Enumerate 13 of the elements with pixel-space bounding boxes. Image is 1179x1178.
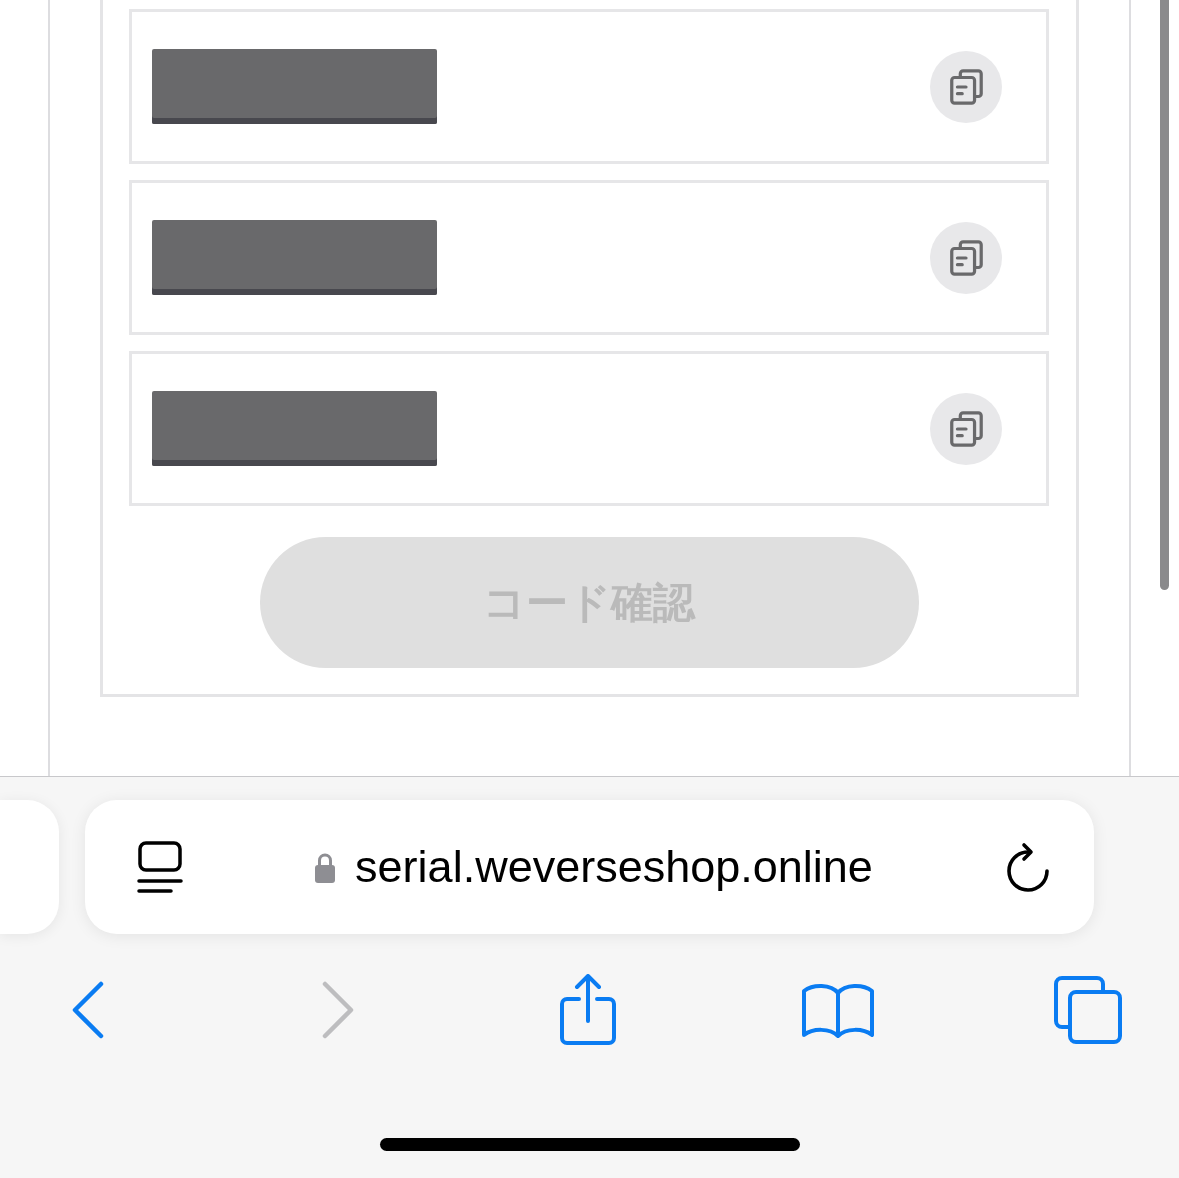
chevron-right-icon xyxy=(321,981,355,1039)
share-icon xyxy=(559,974,617,1046)
copy-icon xyxy=(947,238,985,277)
url-text: serial.weverseshop.online xyxy=(355,841,873,893)
chevron-left-icon xyxy=(71,981,105,1039)
reload-icon[interactable] xyxy=(1004,842,1052,892)
copy-icon xyxy=(947,67,985,106)
overlapping-squares-icon xyxy=(1054,976,1122,1044)
book-icon xyxy=(801,981,875,1039)
page-format-icon[interactable] xyxy=(137,841,183,893)
copy-icon xyxy=(947,409,985,448)
scrollbar[interactable] xyxy=(1160,0,1169,590)
address-bar[interactable]: serial.weverseshop.online xyxy=(85,800,1094,934)
